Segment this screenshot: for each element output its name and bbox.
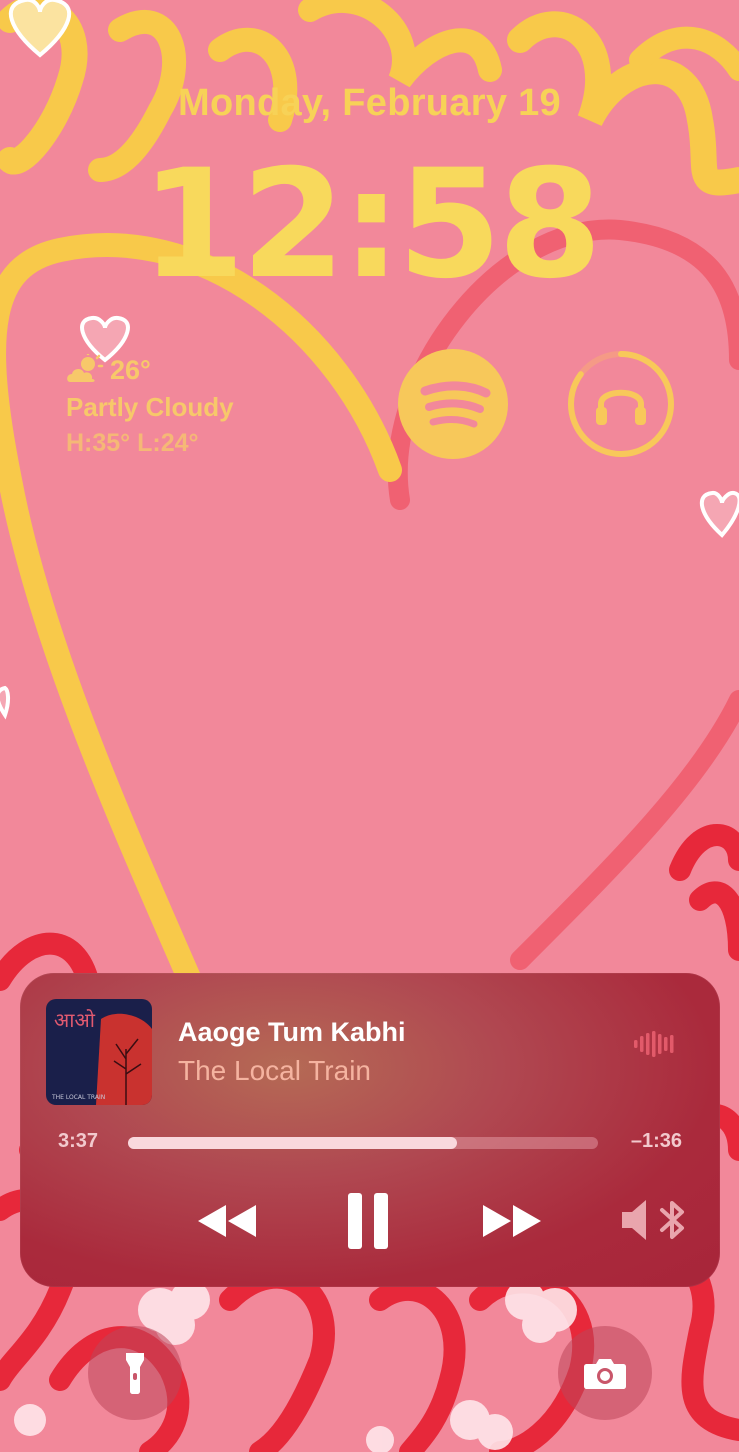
weather-temperature: 26°: [110, 354, 151, 385]
song-title: Aaoge Tum Kabhi: [178, 1017, 406, 1047]
speaker-bluetooth-icon: [622, 1200, 684, 1240]
lockscreen-date: Monday, February 19: [178, 82, 561, 124]
fast-forward-icon: [483, 1205, 511, 1237]
pause-button[interactable]: [346, 1191, 392, 1251]
camera-button[interactable]: [558, 1326, 652, 1420]
rewind-icon: [198, 1205, 226, 1237]
now-playing-widget[interactable]: आओ THE LOCAL TRAIN Aaoge Tum Kabhi The L…: [20, 973, 720, 1287]
weather-widget[interactable]: 26° Partly Cloudy H:35° L:24°: [66, 352, 234, 458]
weather-condition: Partly Cloudy: [66, 392, 234, 422]
flashlight-button[interactable]: [88, 1326, 182, 1420]
headphones-battery-widget[interactable]: [566, 349, 676, 459]
fast-forward-button[interactable]: [481, 1201, 545, 1241]
spotify-icon: [420, 381, 491, 428]
playback-scrubber[interactable]: [128, 1137, 598, 1149]
album-art[interactable]: आओ THE LOCAL TRAIN: [46, 999, 152, 1105]
headphones-icon: [568, 351, 674, 457]
audio-waveform-icon: [634, 1031, 674, 1057]
spotify-widget[interactable]: [398, 349, 508, 459]
audio-output-button[interactable]: [620, 1195, 690, 1245]
playback-progress-fill: [128, 1137, 457, 1149]
album-art-caption: THE LOCAL TRAIN: [51, 1094, 105, 1101]
time-elapsed: 3:37: [58, 1130, 99, 1152]
time-remaining: –1:36: [630, 1130, 682, 1152]
album-art-script: आओ: [54, 1008, 95, 1032]
flashlight-icon: [126, 1353, 144, 1394]
rewind-button[interactable]: [196, 1201, 260, 1241]
weather-high-low: H:35° L:24°: [66, 429, 199, 457]
partly-cloudy-icon: [67, 354, 104, 382]
pause-icon: [348, 1193, 388, 1249]
camera-icon: [584, 1359, 626, 1389]
lockscreen-clock: 12:58: [140, 138, 602, 312]
song-artist: The Local Train: [178, 1055, 371, 1086]
